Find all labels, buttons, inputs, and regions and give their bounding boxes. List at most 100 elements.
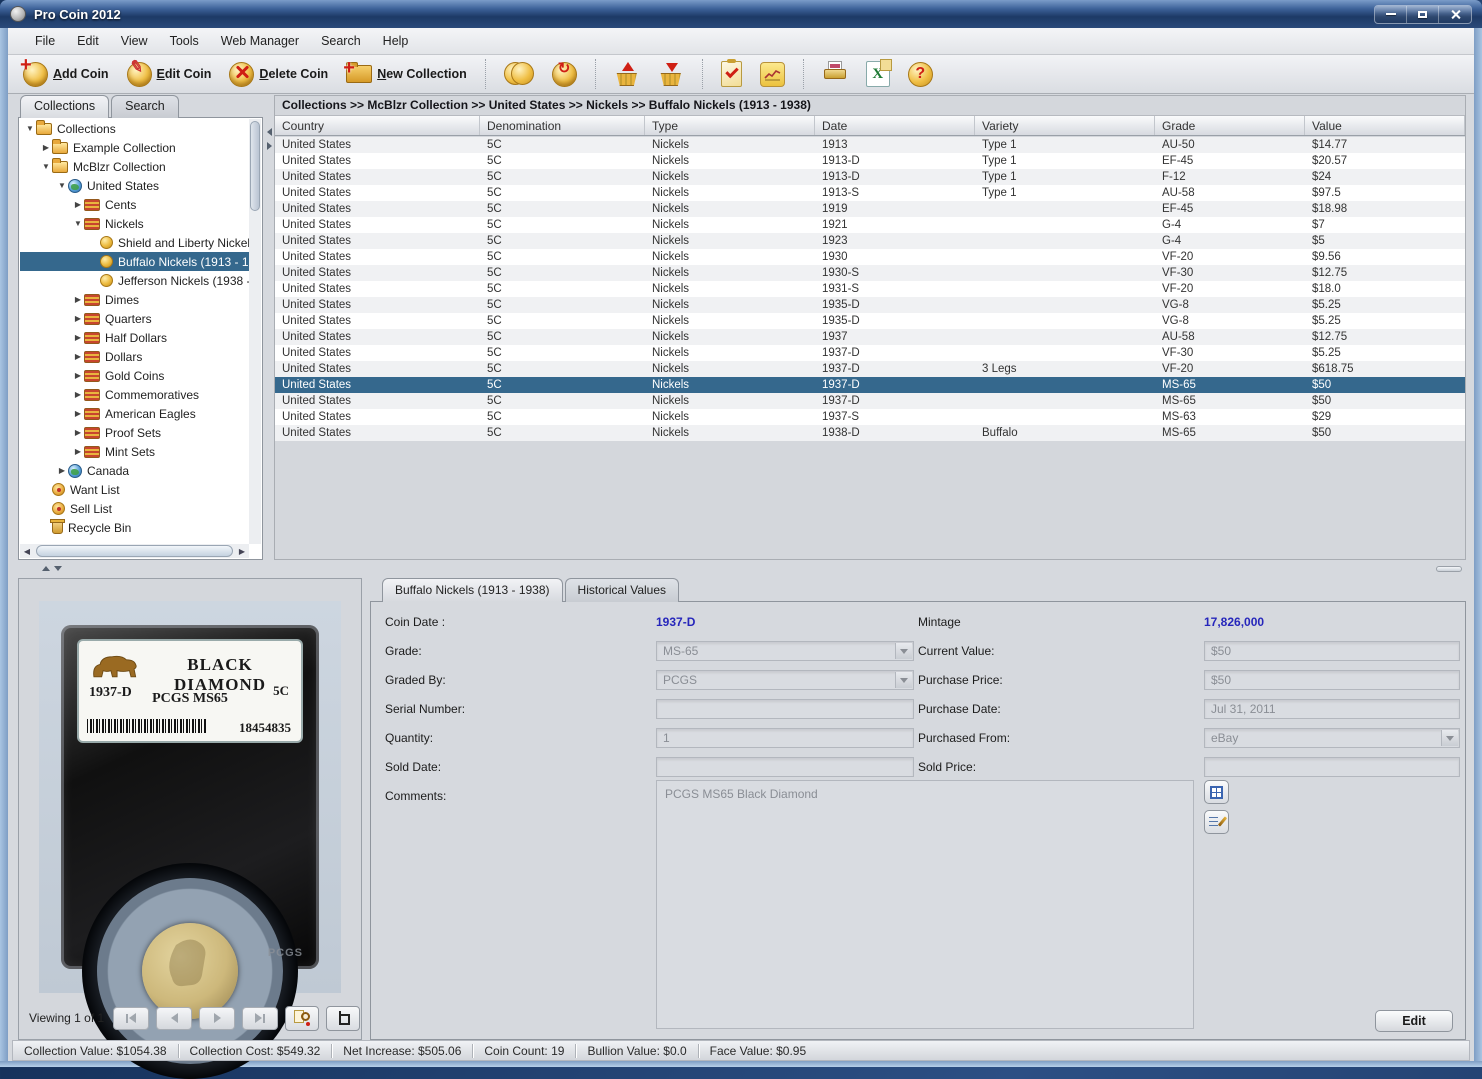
column-header-variety[interactable]: Variety [975, 116, 1155, 135]
scroll-right-button[interactable]: ▶ [235, 544, 249, 558]
column-header-value[interactable]: Value [1305, 116, 1465, 135]
tree-item-jefferson-nickels-1938-1[interactable]: Jefferson Nickels (1938 - 1 [20, 271, 249, 290]
tree-item-sell-list[interactable]: Sell List [20, 499, 249, 518]
first-image-button[interactable] [113, 1007, 149, 1030]
field-quantity-input[interactable]: 1 [656, 728, 914, 748]
splitter-grip[interactable] [1436, 566, 1462, 572]
menu-item-web-manager[interactable]: Web Manager [210, 30, 310, 52]
tree-item-want-list[interactable]: Want List [20, 480, 249, 499]
scrollbar-thumb[interactable] [250, 121, 260, 211]
tree-item-canada[interactable]: ▶Canada [20, 461, 249, 480]
scrollbar-thumb[interactable] [36, 545, 233, 557]
tree-item-example-collection[interactable]: ▶Example Collection [20, 138, 249, 157]
table-row-1[interactable]: United States5CNickels1913-DType 1EF-45$… [275, 153, 1465, 169]
tree-item-nickels[interactable]: ▼Nickels [20, 214, 249, 233]
table-row-17[interactable]: United States5CNickels1937-SMS-63$29 [275, 409, 1465, 425]
table-row-9[interactable]: United States5CNickels1931-SVF-20$18.0 [275, 281, 1465, 297]
table-row-2[interactable]: United States5CNickels1913-DType 1F-12$2… [275, 169, 1465, 185]
checklist-button[interactable] [714, 58, 749, 90]
tree-expander-icon[interactable]: ▼ [40, 162, 52, 171]
tree-item-mint-sets[interactable]: ▶Mint Sets [20, 442, 249, 461]
menu-item-view[interactable]: View [110, 30, 159, 52]
add-coin-button[interactable]: + Add Coin [16, 58, 116, 90]
last-image-button[interactable] [242, 1007, 278, 1030]
table-row-10[interactable]: United States5CNickels1935-DVG-8$5.25 [275, 297, 1465, 313]
tab-collections[interactable]: Collections [20, 95, 109, 118]
tree-expander-icon[interactable]: ▶ [40, 143, 52, 152]
table-row-8[interactable]: United States5CNickels1930-SVF-30$12.75 [275, 265, 1465, 281]
field-grade-combobox[interactable]: MS-65 [656, 641, 914, 661]
field-sold-date-input[interactable] [656, 757, 914, 777]
export-excel-button[interactable]: X [859, 58, 897, 90]
comments-textarea[interactable]: PCGS MS65 Black Diamond [656, 780, 1194, 1029]
tree-item-shield-and-liberty-nickels[interactable]: Shield and Liberty Nickels [20, 233, 249, 252]
column-header-country[interactable]: Country [275, 116, 480, 135]
tree-expander-icon[interactable]: ▶ [72, 200, 84, 209]
table-row-11[interactable]: United States5CNickels1935-DVG-8$5.25 [275, 313, 1465, 329]
basket-down-button[interactable] [651, 58, 691, 90]
print-button[interactable] [815, 58, 855, 90]
tree-vertical-scrollbar[interactable] [249, 119, 261, 544]
vertical-splitter[interactable] [265, 128, 273, 150]
previous-image-button[interactable] [156, 1007, 192, 1030]
tree-expander-icon[interactable]: ▼ [72, 219, 84, 228]
splitter-collapse-right-icon[interactable] [267, 142, 272, 150]
field-purchase-date-input[interactable]: Jul 31, 2011 [1204, 699, 1460, 719]
edit-button[interactable]: Edit [1375, 1010, 1453, 1032]
splitter-collapse-left-icon[interactable] [267, 128, 272, 136]
tree-item-quarters[interactable]: ▶Quarters [20, 309, 249, 328]
tree-expander-icon[interactable]: ▶ [72, 295, 84, 304]
tree-item-gold-coins[interactable]: ▶Gold Coins [20, 366, 249, 385]
table-row-16[interactable]: United States5CNickels1937-DMS-65$50 [275, 393, 1465, 409]
table-row-13[interactable]: United States5CNickels1937-DVF-30$5.25 [275, 345, 1465, 361]
value-table-button[interactable] [1204, 780, 1229, 804]
chevron-down-icon[interactable] [1441, 730, 1458, 746]
column-header-date[interactable]: Date [815, 116, 975, 135]
table-row-12[interactable]: United States5CNickels1937AU-58$12.75 [275, 329, 1465, 345]
menu-item-file[interactable]: File [24, 30, 66, 52]
table-row-0[interactable]: United States5CNickels1913Type 1AU-50$14… [275, 137, 1465, 153]
tree-expander-icon[interactable]: ▶ [72, 352, 84, 361]
zoom-image-button[interactable] [285, 1006, 319, 1031]
tree-expander-icon[interactable]: ▶ [72, 409, 84, 418]
tree-item-recycle-bin[interactable]: Recycle Bin [20, 518, 249, 537]
tab-buffalo-nickels[interactable]: Buffalo Nickels (1913 - 1938) [382, 578, 563, 602]
tree-item-proof-sets[interactable]: ▶Proof Sets [20, 423, 249, 442]
table-row-18[interactable]: United States5CNickels1938-DBuffaloMS-65… [275, 425, 1465, 441]
tree-expander-icon[interactable]: ▶ [72, 428, 84, 437]
table-row-14[interactable]: United States5CNickels1937-D3 LegsVF-20$… [275, 361, 1465, 377]
tree-item-mcblzr-collection[interactable]: ▼McBlzr Collection [20, 157, 249, 176]
table-row-5[interactable]: United States5CNickels1921G-4$7 [275, 217, 1465, 233]
next-image-button[interactable] [199, 1007, 235, 1030]
edit-notes-button[interactable] [1204, 810, 1229, 834]
tree-item-commemoratives[interactable]: ▶Commemoratives [20, 385, 249, 404]
menu-item-search[interactable]: Search [310, 30, 372, 52]
menu-item-tools[interactable]: Tools [159, 30, 210, 52]
chevron-down-icon[interactable] [895, 643, 912, 659]
table-row-15[interactable]: United States5CNickels1937-DMS-65$50 [275, 377, 1465, 393]
edit-coin-button[interactable]: ✎ Edit Coin [120, 58, 219, 90]
tree-expander-icon[interactable]: ▶ [72, 390, 84, 399]
crop-image-button[interactable] [326, 1006, 360, 1031]
splitter-down-icon[interactable] [54, 566, 62, 571]
tree-item-dollars[interactable]: ▶Dollars [20, 347, 249, 366]
tree-expander-icon[interactable]: ▼ [56, 181, 68, 190]
column-header-denomination[interactable]: Denomination [480, 116, 645, 135]
coin-rotate-button[interactable]: ↻ [545, 58, 584, 90]
tree-item-united-states[interactable]: ▼United States [20, 176, 249, 195]
tree-expander-icon[interactable]: ▶ [56, 466, 68, 475]
field-sold-price-input[interactable] [1204, 757, 1460, 777]
column-header-type[interactable]: Type [645, 116, 815, 135]
maximize-button[interactable] [1407, 6, 1439, 23]
field-purchased-from-combobox[interactable]: eBay [1204, 728, 1460, 748]
tree-item-buffalo-nickels-1913-1938[interactable]: Buffalo Nickels (1913 - 1938) [20, 252, 249, 271]
tree-item-collections[interactable]: ▼Collections [20, 119, 249, 138]
table-row-3[interactable]: United States5CNickels1913-SType 1AU-58$… [275, 185, 1465, 201]
close-button[interactable] [1439, 6, 1471, 23]
minimize-button[interactable] [1375, 6, 1407, 23]
chevron-down-icon[interactable] [895, 672, 912, 688]
tree-expander-icon[interactable]: ▶ [72, 314, 84, 323]
column-header-grade[interactable]: Grade [1155, 116, 1305, 135]
help-button[interactable]: ? [901, 58, 940, 90]
tree-item-half-dollars[interactable]: ▶Half Dollars [20, 328, 249, 347]
